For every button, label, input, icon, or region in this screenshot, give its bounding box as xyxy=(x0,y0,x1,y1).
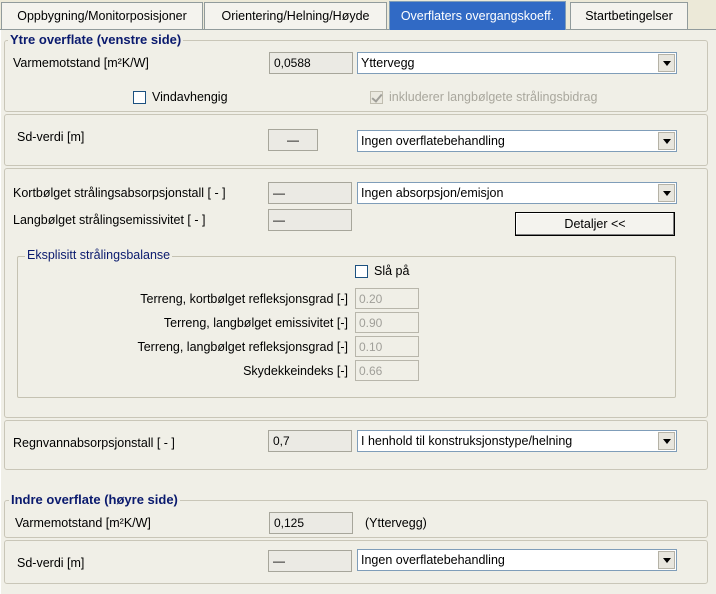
explicit-enable-label: Slå på xyxy=(374,264,410,278)
outer-resistance-label: Varmemotstand [m²K/W] xyxy=(13,56,149,70)
include-longwave-label: inkluderer langbølgete strålingsbidrag xyxy=(389,90,598,104)
shortwave-absorption-type-value: Ingen absorpsjon/emisjon xyxy=(361,186,504,200)
outer-sd-type-select[interactable]: Ingen overflatebehandling xyxy=(357,130,677,152)
rain-absorption-value: 0,7 xyxy=(268,430,352,452)
outer-resistance-type-select[interactable]: Yttervegg xyxy=(357,52,677,74)
cloud-cover-index-value: 0.66 xyxy=(355,360,419,381)
include-longwave-checkbox-row: inkluderer langbølgete strålingsbidrag xyxy=(370,90,597,104)
terrain-longwave-emissivity-label: Terreng, langbølget emissivitet [-] xyxy=(163,316,348,330)
inner-resistance-value: 0,125 xyxy=(269,512,353,534)
inner-surface-title: Indre overflate (høyre side) xyxy=(9,492,180,507)
wind-dependent-label: Vindavhengig xyxy=(152,90,228,104)
rain-absorption-label: Regnvannabsorpsjonstall [ - ] xyxy=(13,436,175,450)
tab-overflaters-overgangskoeff[interactable]: Overflaters overgangskoeff. xyxy=(389,1,566,30)
inner-sd-value: — xyxy=(268,550,352,572)
shortwave-absorption-value: — xyxy=(268,182,352,204)
outer-resistance-value: 0,0588 xyxy=(269,52,353,74)
terrain-longwave-reflectance-value: 0.10 xyxy=(355,336,419,357)
rain-absorption-type-value: I henhold til konstruksjonstype/helning xyxy=(361,434,573,448)
longwave-emissivity-label: Langbølget strålingsemissivitet [ - ] xyxy=(13,213,206,227)
chevron-down-icon[interactable] xyxy=(658,184,675,202)
details-button[interactable]: Detaljer << xyxy=(515,212,675,236)
rain-absorption-type-select[interactable]: I henhold til konstruksjonstype/helning xyxy=(357,430,677,452)
explicit-enable-checkbox[interactable] xyxy=(355,264,368,278)
outer-resistance-section xyxy=(4,40,708,112)
explicit-enable-checkbox-row[interactable]: Slå på xyxy=(355,264,409,278)
terrain-longwave-reflectance-label: Terreng, langbølget refleksjonsgrad [-] xyxy=(137,340,348,354)
terrain-shortwave-reflectance-value: 0.20 xyxy=(355,288,419,309)
inner-sd-label: Sd-verdi [m] xyxy=(17,556,85,570)
tab-orientering[interactable]: Orientering/Helning/Høyde xyxy=(204,2,387,29)
chevron-down-icon[interactable] xyxy=(658,432,675,450)
shortwave-absorption-type-select[interactable]: Ingen absorpsjon/emisjon xyxy=(357,182,677,204)
terrain-longwave-emissivity-value: 0.90 xyxy=(355,312,419,333)
inner-sd-type-select[interactable]: Ingen overflatebehandling xyxy=(357,549,677,571)
explicit-radiation-title: Eksplisitt strålingsbalanse xyxy=(25,248,173,262)
cloud-cover-index-label: Skydekkeindeks [-] xyxy=(243,364,348,378)
chevron-down-icon[interactable] xyxy=(658,551,675,569)
shortwave-absorption-label: Kortbølget strålingsabsorpsjonstall [ - … xyxy=(13,186,226,200)
terrain-shortwave-reflectance-label: Terreng, kortbølget refleksjonsgrad [-] xyxy=(140,292,348,306)
tab-startbetingelser[interactable]: Startbetingelser xyxy=(570,2,688,29)
wind-dependent-checkbox-row[interactable]: Vindavhengig xyxy=(133,90,228,104)
inner-resistance-type: (Yttervegg) xyxy=(365,516,427,530)
wind-dependent-checkbox[interactable] xyxy=(133,90,146,104)
tab-strip: Oppbygning/Monitorposisjoner Orientering… xyxy=(0,0,716,30)
longwave-emissivity-value: — xyxy=(268,209,352,231)
tab-oppbygning[interactable]: Oppbygning/Monitorposisjoner xyxy=(1,2,203,29)
chevron-down-icon[interactable] xyxy=(658,132,675,150)
include-longwave-checkbox xyxy=(370,90,383,104)
outer-sd-type-value: Ingen overflatebehandling xyxy=(361,134,505,148)
chevron-down-icon[interactable] xyxy=(658,54,675,72)
outer-sd-value: — xyxy=(268,129,318,151)
outer-surface-title: Ytre overflate (venstre side) xyxy=(8,32,184,47)
inner-sd-type-value: Ingen overflatebehandling xyxy=(361,553,505,567)
outer-sd-label: Sd-verdi [m] xyxy=(17,130,85,144)
outer-resistance-type-value: Yttervegg xyxy=(361,56,415,70)
inner-resistance-label: Varmemotstand [m²K/W] xyxy=(15,516,151,530)
